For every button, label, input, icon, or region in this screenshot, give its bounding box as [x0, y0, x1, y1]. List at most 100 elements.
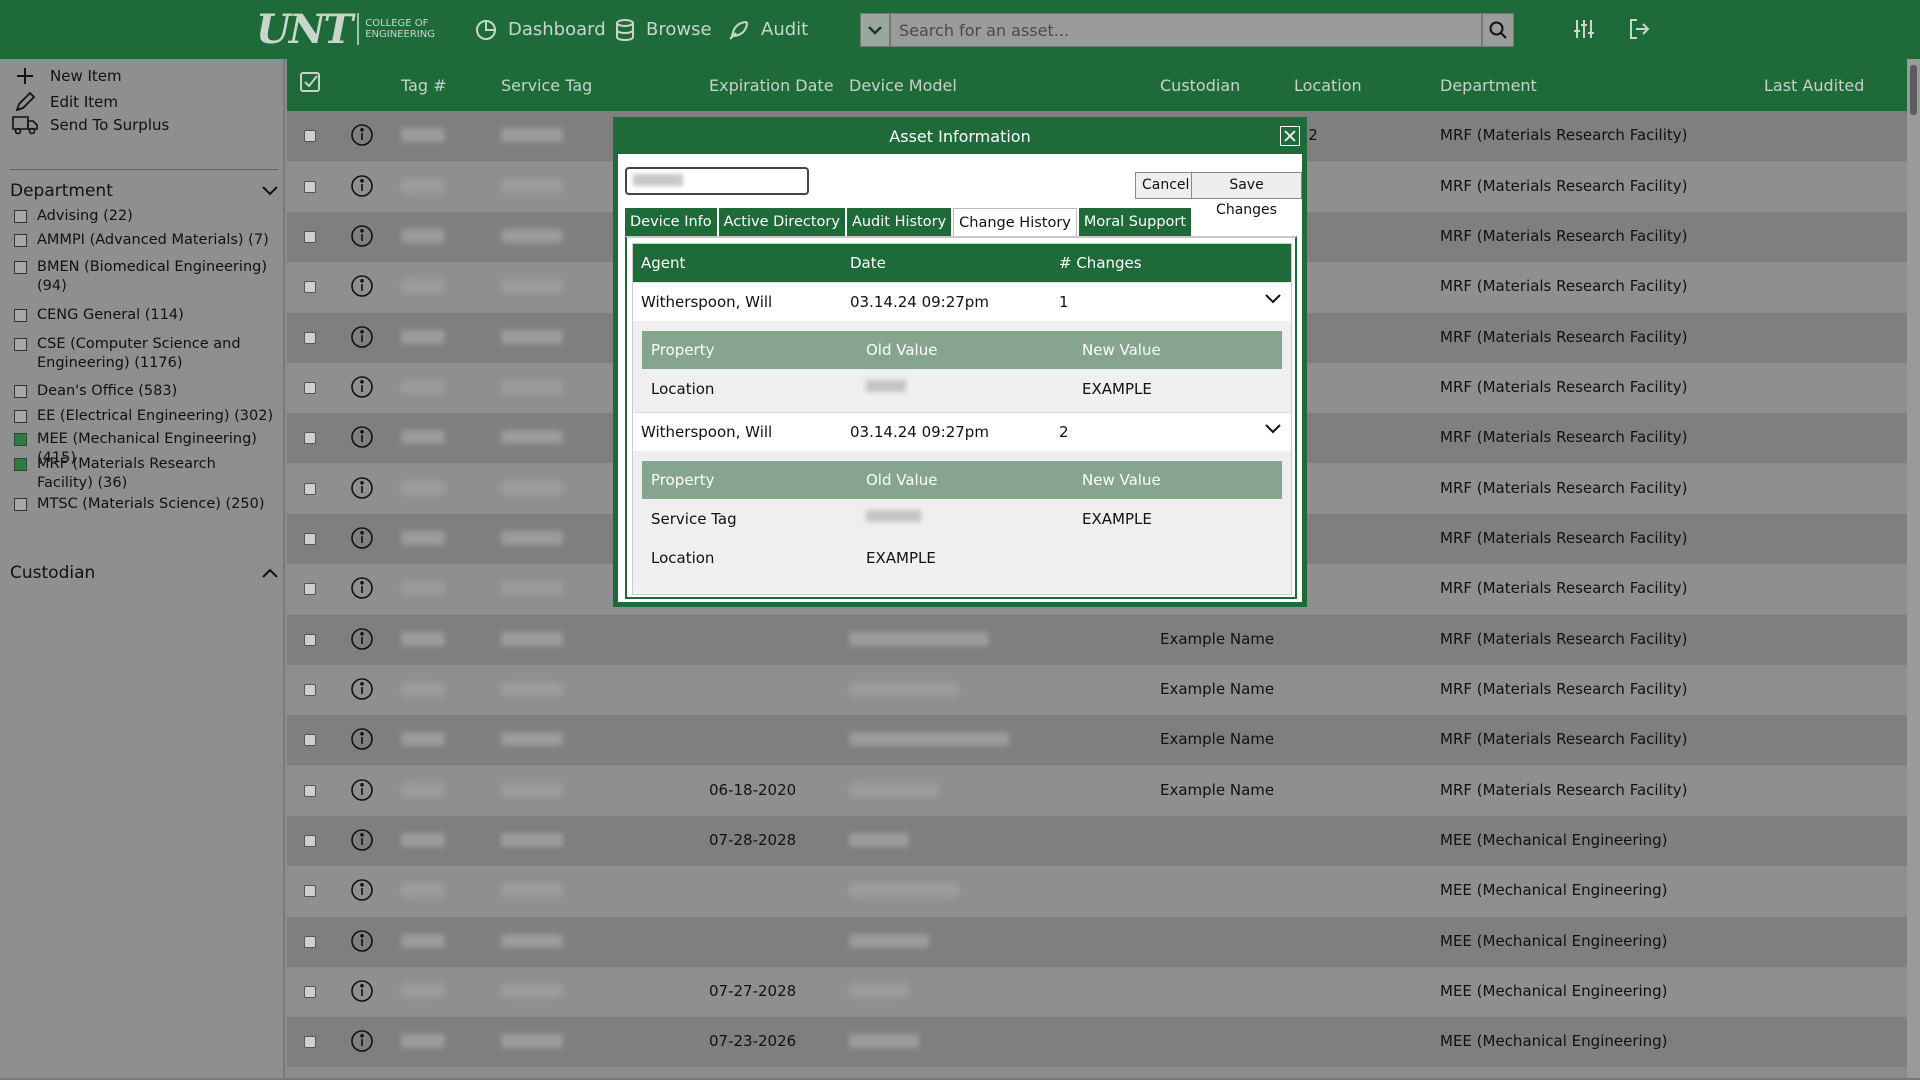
row-info-button[interactable] — [350, 627, 374, 655]
row-info-button[interactable] — [350, 576, 374, 604]
row-checkbox[interactable] — [304, 281, 316, 293]
custodian-filter-header[interactable]: Custodian — [10, 563, 278, 583]
row-info-button[interactable] — [350, 1029, 374, 1057]
row-checkbox[interactable] — [304, 432, 316, 444]
row-info-button[interactable] — [350, 828, 374, 856]
nav-dashboard[interactable]: Dashboard — [474, 0, 606, 59]
chevron-down-icon[interactable] — [1265, 293, 1281, 305]
search-input[interactable] — [890, 13, 1482, 47]
table-row[interactable]: 07-28-2028 MEE (Mechanical Engineering) — [287, 816, 1907, 866]
search-button[interactable] — [1482, 13, 1514, 47]
department-checkbox[interactable] — [14, 458, 27, 471]
row-checkbox[interactable] — [304, 382, 316, 394]
row-checkbox[interactable] — [304, 734, 316, 746]
row-checkbox[interactable] — [304, 130, 316, 142]
row-info-button[interactable] — [350, 123, 374, 151]
row-info-button[interactable] — [350, 979, 374, 1007]
history-entry[interactable]: Witherspoon, Will 03.14.24 09:27pm 2 — [633, 412, 1291, 451]
row-info-button[interactable] — [350, 677, 374, 705]
save-changes-button[interactable]: Save Changes — [1191, 172, 1302, 218]
department-checkbox[interactable] — [14, 385, 27, 398]
department-checkbox[interactable] — [14, 234, 27, 247]
department-filter-item[interactable]: CENG General (114) — [14, 306, 276, 325]
table-row[interactable]: 06-18-2020 Example Name MRF (Materials R… — [287, 766, 1907, 816]
department-filter-header[interactable]: Department — [10, 181, 278, 201]
column-service-tag[interactable]: Service Tag — [501, 76, 592, 95]
department-filter-item[interactable]: Dean's Office (583) — [14, 382, 276, 401]
tab-change-history[interactable]: Change History — [953, 208, 1077, 236]
table-row[interactable]: MEE (Mechanical Engineering) — [287, 917, 1907, 967]
row-checkbox[interactable] — [304, 1036, 316, 1048]
department-filter-item[interactable]: CSE (Computer Science and Engineering) (… — [14, 335, 276, 373]
table-row[interactable]: Example Name MRF (Materials Research Fac… — [287, 665, 1907, 715]
column-tag[interactable]: Tag # — [401, 76, 447, 95]
chevron-down-icon[interactable] — [1265, 423, 1281, 435]
tab-audit-history[interactable]: Audit History — [846, 208, 952, 236]
table-row[interactable]: Example Name MRF (Materials Research Fac… — [287, 715, 1907, 765]
page-scrollbar[interactable] — [1907, 59, 1920, 1080]
row-info-button[interactable] — [350, 778, 374, 806]
column-department[interactable]: Department — [1440, 76, 1537, 95]
nav-audit[interactable]: Audit — [727, 0, 808, 59]
send-to-surplus-action[interactable]: Send To Surplus — [10, 115, 169, 135]
row-checkbox[interactable] — [304, 634, 316, 646]
department-checkbox[interactable] — [14, 338, 27, 351]
department-checkbox[interactable] — [14, 410, 27, 423]
row-checkbox[interactable] — [304, 181, 316, 193]
department-checkbox[interactable] — [14, 498, 27, 511]
row-checkbox[interactable] — [304, 684, 316, 696]
tab-device-info[interactable]: Device Info — [625, 208, 717, 236]
asset-name-field[interactable] — [625, 167, 809, 195]
row-checkbox[interactable] — [304, 483, 316, 495]
scrollbar-thumb[interactable] — [1910, 65, 1917, 115]
row-info-button[interactable] — [350, 174, 374, 202]
department-filter-item[interactable]: MTSC (Materials Science) (250) — [14, 495, 276, 514]
tab-active-directory[interactable]: Active Directory — [718, 208, 845, 236]
column-last-audited[interactable]: Last Audited — [1764, 76, 1864, 95]
row-checkbox[interactable] — [304, 986, 316, 998]
select-all-checkbox[interactable] — [299, 71, 321, 97]
row-info-button[interactable] — [350, 878, 374, 906]
row-info-button[interactable] — [350, 375, 374, 403]
edit-item-action[interactable]: Edit Item — [10, 91, 118, 113]
tab-moral-support[interactable]: Moral Support — [1078, 208, 1192, 236]
filter-settings-button[interactable] — [1572, 17, 1596, 45]
department-filter-item[interactable]: BMEN (Biomedical Engineering) (94) — [14, 258, 276, 296]
row-checkbox[interactable] — [304, 533, 316, 545]
department-filter-item[interactable]: Advising (22) — [14, 207, 276, 226]
close-modal-button[interactable] — [1280, 126, 1300, 146]
row-info-button[interactable] — [350, 476, 374, 504]
row-checkbox[interactable] — [304, 332, 316, 344]
row-info-button[interactable] — [350, 224, 374, 252]
department-checkbox[interactable] — [14, 261, 27, 274]
row-info-button[interactable] — [350, 425, 374, 453]
department-filter-item[interactable]: EE (Electrical Engineering) (302) — [14, 407, 276, 426]
row-info-button[interactable] — [350, 727, 374, 755]
column-custodian[interactable]: Custodian — [1160, 76, 1240, 95]
row-info-button[interactable] — [350, 325, 374, 353]
row-checkbox[interactable] — [304, 835, 316, 847]
department-checkbox[interactable] — [14, 309, 27, 322]
new-item-action[interactable]: New Item — [10, 67, 122, 85]
department-filter-item[interactable]: AMMPI (Advanced Materials) (7) — [14, 231, 276, 250]
column-expiration-date[interactable]: Expiration Date — [709, 76, 834, 95]
history-entry[interactable]: Witherspoon, Will 03.14.24 09:27pm 1 — [633, 282, 1291, 321]
table-row[interactable]: Example Name MRF (Materials Research Fac… — [287, 615, 1907, 665]
row-info-button[interactable] — [350, 526, 374, 554]
table-row[interactable]: 07-23-2026 MEE (Mechanical Engineering) — [287, 1017, 1907, 1067]
row-checkbox[interactable] — [304, 583, 316, 595]
search-filter-dropdown[interactable] — [860, 13, 890, 47]
row-checkbox[interactable] — [304, 785, 316, 797]
logout-button[interactable] — [1627, 17, 1651, 45]
department-checkbox[interactable] — [14, 210, 27, 223]
department-checkbox[interactable] — [14, 433, 27, 446]
column-device-model[interactable]: Device Model — [849, 76, 957, 95]
row-checkbox[interactable] — [304, 885, 316, 897]
table-row[interactable]: 07-27-2028 MEE (Mechanical Engineering) — [287, 967, 1907, 1017]
table-row[interactable]: MEE (Mechanical Engineering) — [287, 866, 1907, 916]
column-location[interactable]: Location — [1294, 76, 1362, 95]
row-checkbox[interactable] — [304, 231, 316, 243]
nav-browse[interactable]: Browse — [614, 0, 712, 59]
row-info-button[interactable] — [350, 929, 374, 957]
unt-logo[interactable]: UNT COLLEGE OF ENGINEERING — [256, 4, 435, 54]
